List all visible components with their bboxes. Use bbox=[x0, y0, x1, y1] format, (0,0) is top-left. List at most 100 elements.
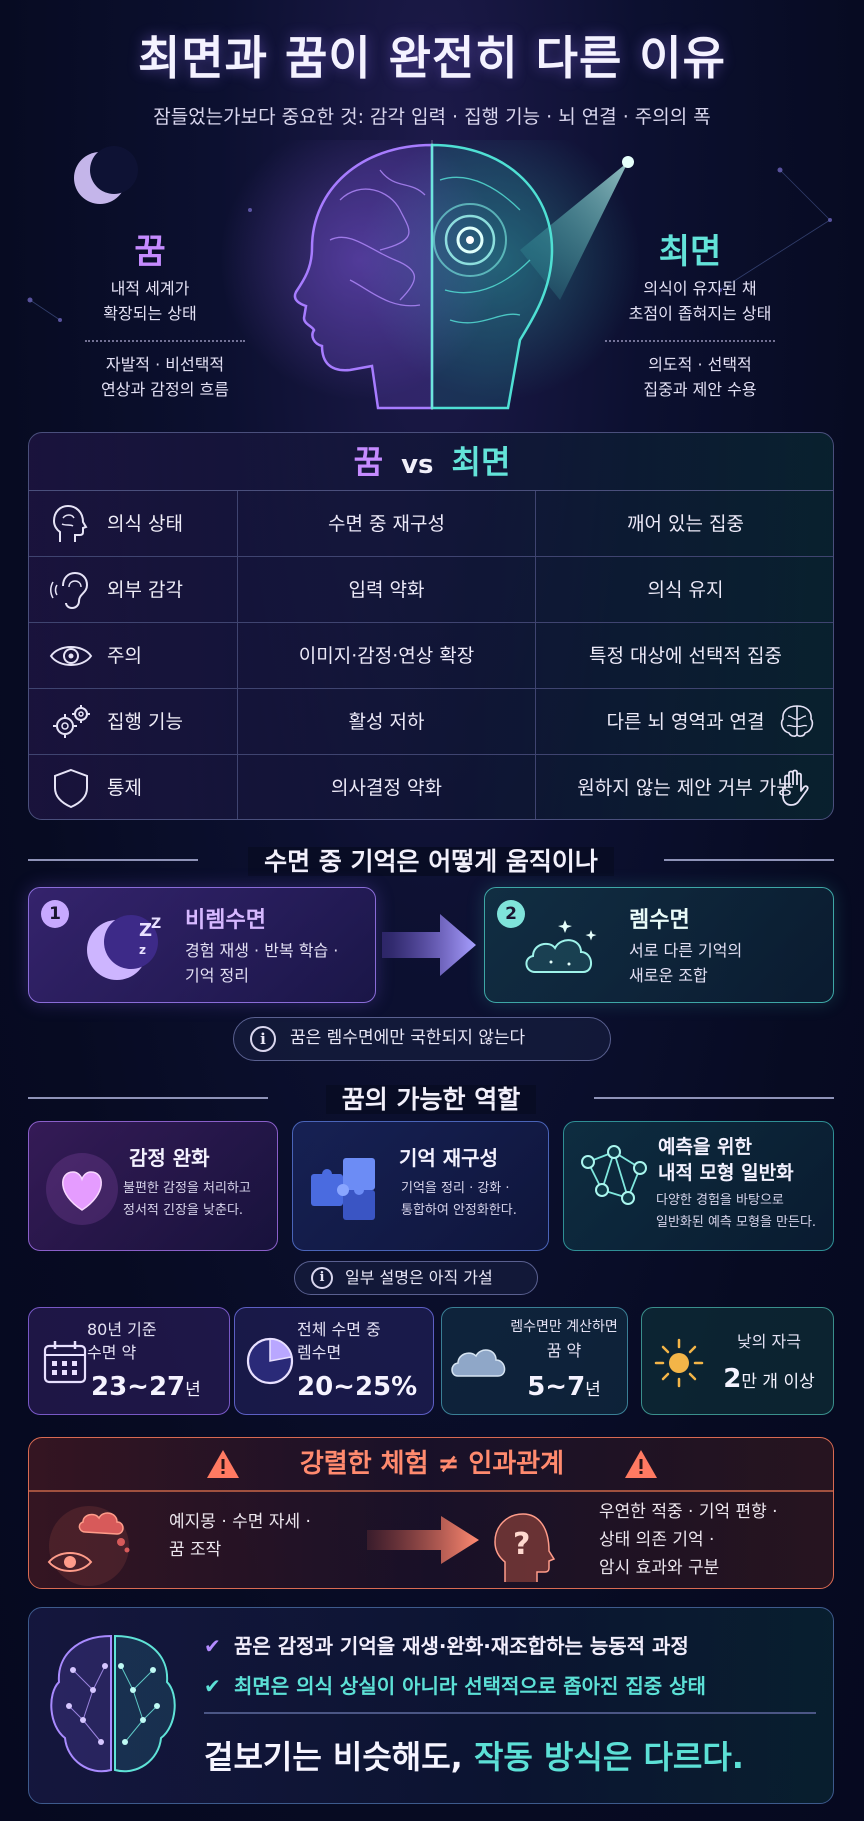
stat-value: 20~25% bbox=[297, 1372, 417, 1402]
row-dream-value: 의사결정 약화 bbox=[237, 755, 535, 819]
network-icon bbox=[581, 1145, 647, 1205]
roles-heading-bar: 꿈의 가능한 역할 bbox=[28, 1080, 834, 1114]
stat-card-lifetime-sleep: 80년 기준 수면 약 23~27년 bbox=[28, 1307, 230, 1415]
page-subtitle: 잠들었는가보다 중요한 것: 감각 입력 · 집행 기능 · 뇌 연결 · 주의… bbox=[153, 106, 711, 128]
rem-desc-2: 새로운 조합 bbox=[629, 966, 708, 985]
role-desc-2: 통합하여 안정화한다. bbox=[401, 1203, 517, 1218]
row-dream-value: 수면 중 재구성 bbox=[237, 491, 535, 557]
puzzle-icon bbox=[311, 1158, 375, 1220]
role-title-line-1: 예측을 위한 bbox=[658, 1136, 753, 1158]
roles-note: i 일부 설명은 아직 가설 bbox=[294, 1261, 538, 1295]
stat-value: 23~27년 bbox=[91, 1372, 201, 1402]
summary-check-1: ✔ 꿈은 감정과 기억을 재생·완화·재조합하는 능동적 과정 bbox=[204, 1630, 689, 1659]
warning-box: 강렬한 체험 ≠ 인과관계 예지몽 · 수면 자세 · 꿈 조작 ? 우연한 적… bbox=[28, 1437, 834, 1589]
role-desc-2: 일반화된 예측 모형을 만든다. bbox=[656, 1215, 817, 1230]
stat-number: 20~25% bbox=[297, 1372, 418, 1402]
cloud-stars-icon bbox=[525, 920, 597, 973]
sun-icon bbox=[654, 1338, 704, 1388]
warning-divider bbox=[29, 1490, 833, 1492]
role-card-prediction: 예측을 위한 내적 모형 일반화 다양한 경험을 바탕으로 일반화된 예측 모형… bbox=[563, 1121, 834, 1251]
stat-label-1: 낮의 자극 bbox=[737, 1332, 801, 1351]
warning-right-line-3: 암시 효과와 구분 bbox=[599, 1558, 720, 1578]
summary-check-1-text: 꿈은 감정과 기억을 재생·완화·재조합하는 능동적 과정 bbox=[234, 1634, 689, 1658]
question-head-icon: ? bbox=[494, 1513, 556, 1582]
compare-head-vs: vs bbox=[401, 450, 434, 480]
table-row: 집행 기능 활성 저하 다른 뇌 영역과 연결 bbox=[29, 689, 833, 755]
hypnosis-detail-2: 집중과 제안 수용 bbox=[643, 380, 757, 399]
question-mark: ? bbox=[513, 1527, 530, 1562]
row-hypnosis-value: 깨어 있는 집중 bbox=[535, 491, 833, 557]
arrow-right-icon bbox=[367, 1516, 479, 1564]
role-title: 기억 재구성 bbox=[399, 1146, 498, 1170]
row-label: 통제 bbox=[107, 777, 142, 799]
rem-desc-1: 서로 다른 기억의 bbox=[629, 941, 743, 960]
stat-label-2: 수면 약 bbox=[87, 1343, 137, 1362]
row-hypnosis-value: 특정 대상에 선택적 집중 bbox=[535, 623, 833, 689]
moon-icon bbox=[74, 146, 138, 204]
arrow-right-icon bbox=[382, 914, 476, 976]
stat-unit: 년 bbox=[185, 1380, 201, 1400]
row-label: 집행 기능 bbox=[107, 711, 183, 733]
role-desc-1: 기억을 정리 · 강화 · bbox=[401, 1181, 510, 1196]
gears-icon bbox=[53, 705, 90, 738]
stat-unit: 만 개 이상 bbox=[741, 1372, 815, 1392]
stat-value: 5~7년 bbox=[502, 1372, 626, 1402]
rem-title: 렘수면 bbox=[629, 908, 690, 933]
memory-note-text: 꿈은 렘수면에만 국한되지 않는다 bbox=[290, 1028, 526, 1048]
row-label: 외부 감각 bbox=[107, 579, 183, 601]
row-hypnosis-value: 의식 유지 bbox=[535, 557, 833, 623]
role-desc-2: 정서적 긴장을 낮춘다. bbox=[123, 1203, 244, 1218]
ear-icon bbox=[50, 571, 89, 610]
stat-unit: 년 bbox=[585, 1380, 601, 1400]
shield-icon bbox=[54, 768, 88, 809]
role-card-memory: 기억 재구성 기억을 정리 · 강화 · 통합하여 안정화한다. bbox=[292, 1121, 549, 1251]
summary-check-2: ✔ 최면은 의식 상실이 아니라 선택적으로 좁아진 집중 상태 bbox=[204, 1670, 706, 1699]
warning-left-line-2: 꿈 조작 bbox=[169, 1540, 222, 1560]
stat-number: 5~7 bbox=[527, 1372, 586, 1402]
dream-divider bbox=[85, 340, 245, 342]
stat-number: 23~27 bbox=[91, 1372, 186, 1402]
dream-desc-2: 확장되는 상태 bbox=[103, 304, 197, 323]
check-icon: ✔ bbox=[204, 1634, 221, 1658]
role-card-emotion: 감정 완화 불편한 감정을 처리하고 정서적 긴장을 낮춘다. bbox=[28, 1121, 278, 1251]
conclusion: 겉보기는 비슷해도, 작동 방식은 다르다. bbox=[204, 1732, 744, 1778]
stat-card-day-stimuli: 낮의 자극 2만 개 이상 bbox=[641, 1307, 834, 1415]
stat-card-rem-share: 전체 수면 중 렘수면 20~25% bbox=[234, 1307, 434, 1415]
row-hypnosis-value: 다른 뇌 영역과 연결 bbox=[535, 689, 833, 755]
moon-zzz-icon: Z Z z bbox=[87, 915, 161, 980]
nrem-card: 1 Z Z z 비렘수면 경험 재생 · 반복 학습 · 기억 정리 bbox=[28, 887, 376, 1003]
dream-eye-cloud-icon bbox=[47, 1506, 130, 1586]
svg-text:Z: Z bbox=[151, 916, 161, 932]
warning-right-line-2: 상태 의존 기억 · bbox=[599, 1530, 715, 1550]
brain-network-icon bbox=[50, 1634, 176, 1773]
summary-check-2-text: 최면은 의식 상실이 아니라 선택적으로 좁아진 집중 상태 bbox=[234, 1674, 706, 1698]
compare-head-hypnosis: 최면 bbox=[451, 443, 511, 481]
row-dream-value: 이미지·감정·연상 확장 bbox=[237, 623, 535, 689]
roles-heading: 꿈의 가능한 역할 bbox=[325, 1085, 537, 1114]
heart-icon bbox=[46, 1153, 118, 1225]
stat-label-1: 80년 기준 bbox=[87, 1320, 157, 1339]
info-icon: i bbox=[311, 1267, 333, 1289]
warning-left-line-1: 예지몽 · 수면 자세 · bbox=[169, 1512, 311, 1532]
row-label: 의식 상태 bbox=[107, 513, 183, 535]
warning-icon bbox=[625, 1450, 657, 1478]
head-brain-icon bbox=[52, 504, 88, 542]
stat-label-1: 렘수면만 계산하면 bbox=[510, 1319, 618, 1335]
table-row: 주의 이미지·감정·연상 확장 특정 대상에 선택적 집중 bbox=[29, 623, 833, 689]
stat-label-1: 전체 수면 중 bbox=[297, 1320, 381, 1339]
role-title-line-2: 내적 모형 일반화 bbox=[658, 1162, 794, 1184]
hero-section: 꿈 내적 세계가 확장되는 상태 자발적 · 비선택적 연상과 감정의 흐름 최… bbox=[0, 140, 864, 410]
roles-note-text: 일부 설명은 아직 가설 bbox=[345, 1268, 493, 1287]
comparison-table: 꿈 vs 최면 의식 상태 수면 중 재구성 깨어 있는 집중 외부 감각 입력 약… bbox=[28, 432, 834, 820]
hypnosis-title: 최면 bbox=[658, 232, 722, 272]
role-desc-1: 다양한 경험을 바탕으로 bbox=[656, 1193, 784, 1208]
row-hypnosis-value: 원하지 않는 제안 거부 가능 bbox=[535, 755, 833, 819]
stat-label-2: 꿈 약 bbox=[546, 1341, 582, 1360]
page-title: 최면과 꿈이 완전히 다른 이유 bbox=[138, 31, 726, 85]
rem-card: 2 렘수면 서로 다른 기억의 새로운 조합 bbox=[484, 887, 834, 1003]
stat-label-2: 렘수면 bbox=[297, 1343, 342, 1362]
nrem-desc-1: 경험 재생 · 반복 학습 · bbox=[185, 941, 339, 960]
role-title: 감정 완화 bbox=[129, 1146, 210, 1170]
dream-detail-2: 연상과 감정의 흐름 bbox=[101, 380, 229, 399]
summary-divider bbox=[204, 1712, 816, 1714]
